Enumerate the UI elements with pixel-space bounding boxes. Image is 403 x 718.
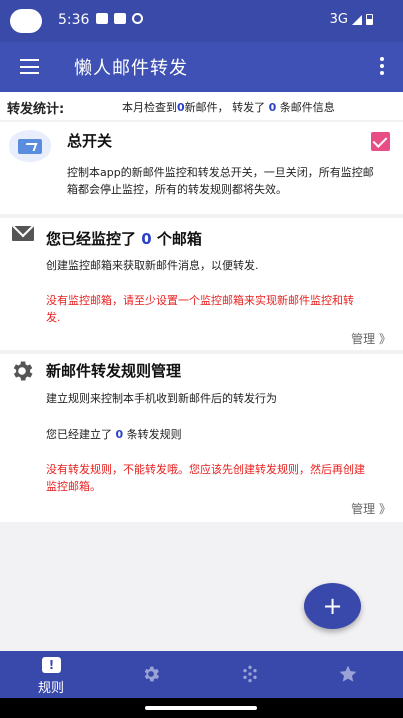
checked-count: 0 (177, 101, 185, 114)
network-type: 3G (329, 12, 348, 27)
envelope-icon (12, 226, 34, 241)
more-options-icon[interactable] (379, 57, 385, 77)
mailbox-count: 0 (141, 230, 152, 248)
add-button[interactable]: + (304, 583, 361, 629)
stats-prefix: 本月检查到 (122, 101, 177, 114)
stats-row: 转发统计: 本月检查到0新邮件， 转发了 0 条邮件信息 (0, 92, 403, 120)
rules-icon: ! (42, 657, 61, 673)
gear-icon (13, 361, 33, 381)
rules-count-text: 您已经建立了 0 条转发规则 (46, 426, 182, 443)
master-switch-card: 总开关 控制本app的新邮件监控和转发总开关，一旦关闭，所有监控邮箱都会停止监控… (0, 122, 403, 214)
signal-icon (352, 14, 362, 25)
status-right: 3G (330, 12, 373, 27)
manage-mailboxes-link[interactable]: 管理 》 (351, 330, 391, 347)
rules-count: 0 (115, 428, 124, 441)
mailboxes-warning: 没有监控邮箱，请至少设置一个监控邮箱来实现新邮件监控和转发. (46, 294, 354, 324)
nav-rules-label: 规则 (38, 681, 65, 696)
notification-icons (96, 13, 143, 24)
app-bar: 懒人邮件转发 (0, 42, 403, 92)
mailboxes-title-suffix: 个邮箱 (151, 230, 202, 248)
menu-icon[interactable] (20, 59, 39, 74)
status-bar: 5:36 3G (0, 0, 403, 42)
home-indicator[interactable] (145, 706, 257, 710)
star-icon (339, 665, 357, 682)
rules-count-suffix: 条转发规则 (123, 428, 182, 441)
app-title: 懒人邮件转发 (74, 58, 188, 79)
mailboxes-title: 您已经监控了 0 个邮箱 (46, 228, 202, 249)
manage-rules-link[interactable]: 管理 》 (351, 500, 391, 517)
nav-item-scan[interactable] (220, 651, 280, 698)
clock-icon (132, 13, 143, 24)
mailboxes-description: 创建监控邮箱来获取新邮件消息，以便转发. (46, 259, 259, 272)
camera-cutout (10, 9, 42, 33)
monitored-mailboxes-card: 您已经监控了 0 个邮箱 创建监控邮箱来获取新邮件消息，以便转发. 没有监控邮箱… (0, 218, 403, 350)
rules-title: 新邮件转发规则管理 (46, 362, 182, 380)
nav-item-settings[interactable] (121, 651, 181, 698)
master-switch-checkbox[interactable] (371, 132, 390, 151)
settings-icon (144, 666, 160, 682)
bottom-nav: ! 规则 (0, 651, 403, 698)
nav-item-star[interactable] (318, 651, 378, 698)
forward-mail-icon (9, 130, 51, 162)
mail-notification-icon (114, 13, 126, 24)
stats-suffix: 条邮件信息 (276, 101, 335, 114)
stats-middle: 新邮件， 转发了 (184, 101, 269, 114)
system-home-bar (0, 698, 403, 718)
mailboxes-title-prefix: 您已经监控了 (46, 230, 142, 248)
rules-description: 建立规则来控制本手机收到新邮件后的转发行为 (46, 392, 277, 405)
master-switch-title: 总开关 (67, 132, 113, 150)
stats-label: 转发统计: (7, 102, 65, 117)
rules-warning: 没有转发规则，不能转发哦。您应该先创建转发规则，然后再创建监控邮箱。 (46, 463, 365, 493)
master-switch-description: 控制本app的新邮件监控和转发总开关，一旦关闭，所有监控邮箱都会停止监控，所有的… (67, 166, 374, 196)
stats-text: 本月检查到0新邮件， 转发了 0 条邮件信息 (122, 99, 335, 115)
battery-icon (366, 14, 373, 25)
notification-icon (96, 13, 108, 24)
nav-item-rules[interactable]: ! 规则 (22, 651, 82, 698)
rules-count-prefix: 您已经建立了 (46, 428, 116, 441)
forward-rules-card: 新邮件转发规则管理 建立规则来控制本手机收到新邮件后的转发行为 您已经建立了 0… (0, 354, 403, 522)
status-time: 5:36 (58, 12, 90, 28)
scan-icon (243, 665, 257, 683)
